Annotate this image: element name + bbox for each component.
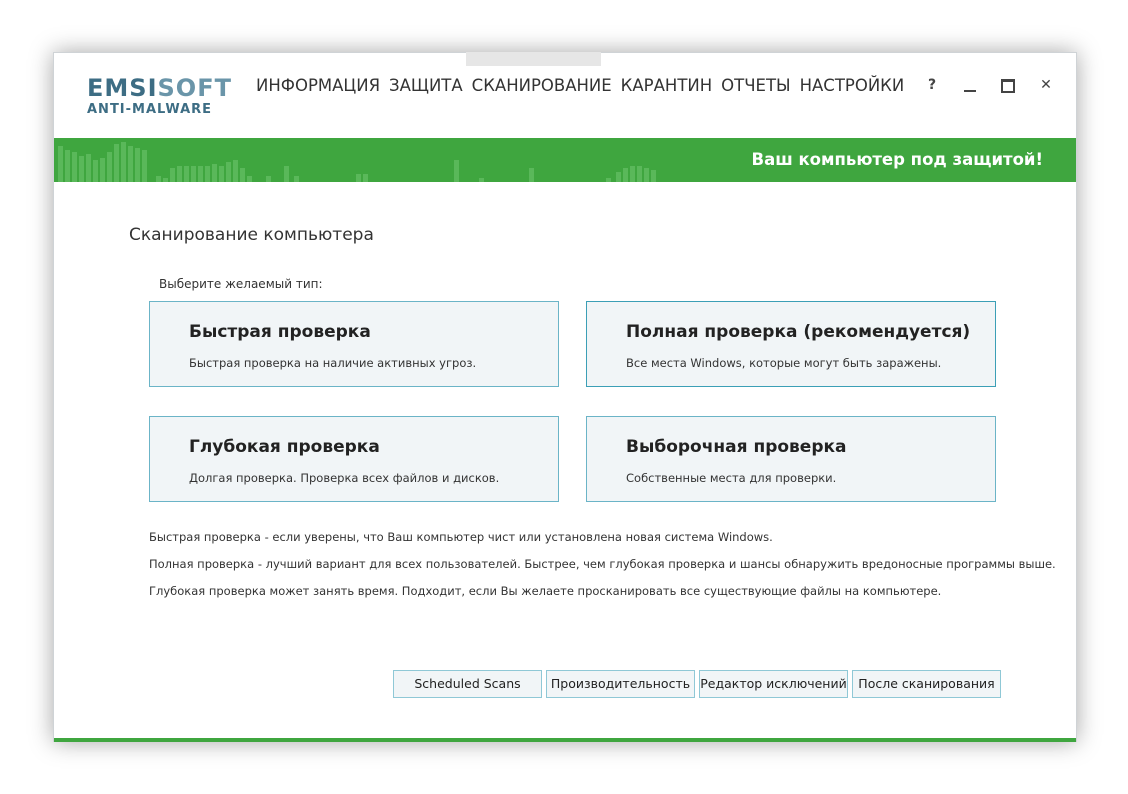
deep-scan-note: Глубокая проверка может занять время. По…: [149, 584, 942, 598]
logo-subtitle: ANTI-MALWARE: [87, 102, 213, 117]
quick-scan-title: Быстрая проверка: [189, 322, 371, 342]
activity-graph: [58, 142, 656, 182]
page-title: Сканирование компьютера: [129, 225, 374, 245]
quick-scan-card[interactable]: Быстрая проверка Быстрая проверка на нал…: [149, 301, 559, 387]
nav-settings[interactable]: НАСТРОЙКИ: [800, 76, 905, 95]
main-nav: ИНФОРМАЦИЯ ЗАЩИТА СКАНИРОВАНИЕ КАРАНТИН …: [256, 76, 904, 95]
emsisoft-logo: EMSISOFT ANTI-MALWARE: [87, 75, 232, 119]
scan-type-hint: Выберите желаемый тип:: [159, 277, 323, 291]
active-tab-indicator: [466, 52, 601, 66]
performance-button[interactable]: Производительность: [546, 670, 695, 698]
after-scan-button[interactable]: После сканирования: [852, 670, 1001, 698]
deep-scan-card[interactable]: Глубокая проверка Долгая проверка. Прове…: [149, 416, 559, 502]
deep-scan-desc: Долгая проверка. Проверка всех файлов и …: [189, 471, 500, 485]
full-scan-note: Полная проверка - лучший вариант для все…: [149, 557, 1056, 571]
full-scan-title: Полная проверка (рекомендуется): [626, 322, 971, 342]
custom-scan-desc: Собственные места для проверки.: [626, 471, 837, 485]
close-icon[interactable]: ✕: [1039, 77, 1053, 93]
help-icon[interactable]: ?: [925, 77, 939, 93]
scheduled-scans-button[interactable]: Scheduled Scans: [393, 670, 542, 698]
full-scan-card[interactable]: Полная проверка (рекомендуется) Все мест…: [586, 301, 996, 387]
protection-status-bar: Ваш компьютер под защитой!: [54, 138, 1076, 182]
exclusions-editor-button[interactable]: Редактор исключений: [699, 670, 848, 698]
nav-info[interactable]: ИНФОРМАЦИЯ: [256, 76, 380, 95]
deep-scan-title: Глубокая проверка: [189, 437, 380, 457]
full-scan-desc: Все места Windows, которые могут быть за…: [626, 356, 942, 370]
custom-scan-title: Выборочная проверка: [626, 437, 847, 457]
quick-scan-desc: Быстрая проверка на наличие активных угр…: [189, 356, 477, 370]
window-controls: ? ✕: [925, 77, 1053, 93]
maximize-icon[interactable]: [1001, 77, 1015, 93]
minimize-icon[interactable]: [963, 77, 977, 93]
nav-quarantine[interactable]: КАРАНТИН: [621, 76, 712, 95]
bottom-status-line: [54, 738, 1076, 742]
app-window: EMSISOFT ANTI-MALWARE ИНФОРМАЦИЯ ЗАЩИТА …: [53, 52, 1077, 742]
nav-scan[interactable]: СКАНИРОВАНИЕ: [472, 76, 612, 95]
quick-scan-note: Быстрая проверка - если уверены, что Ваш…: [149, 530, 773, 544]
logo-brand: EMSISOFT: [87, 74, 232, 102]
custom-scan-card[interactable]: Выборочная проверка Собственные места дл…: [586, 416, 996, 502]
nav-protection[interactable]: ЗАЩИТА: [389, 76, 463, 95]
status-text: Ваш компьютер под защитой!: [751, 150, 1044, 169]
nav-reports[interactable]: ОТЧЕТЫ: [721, 76, 790, 95]
